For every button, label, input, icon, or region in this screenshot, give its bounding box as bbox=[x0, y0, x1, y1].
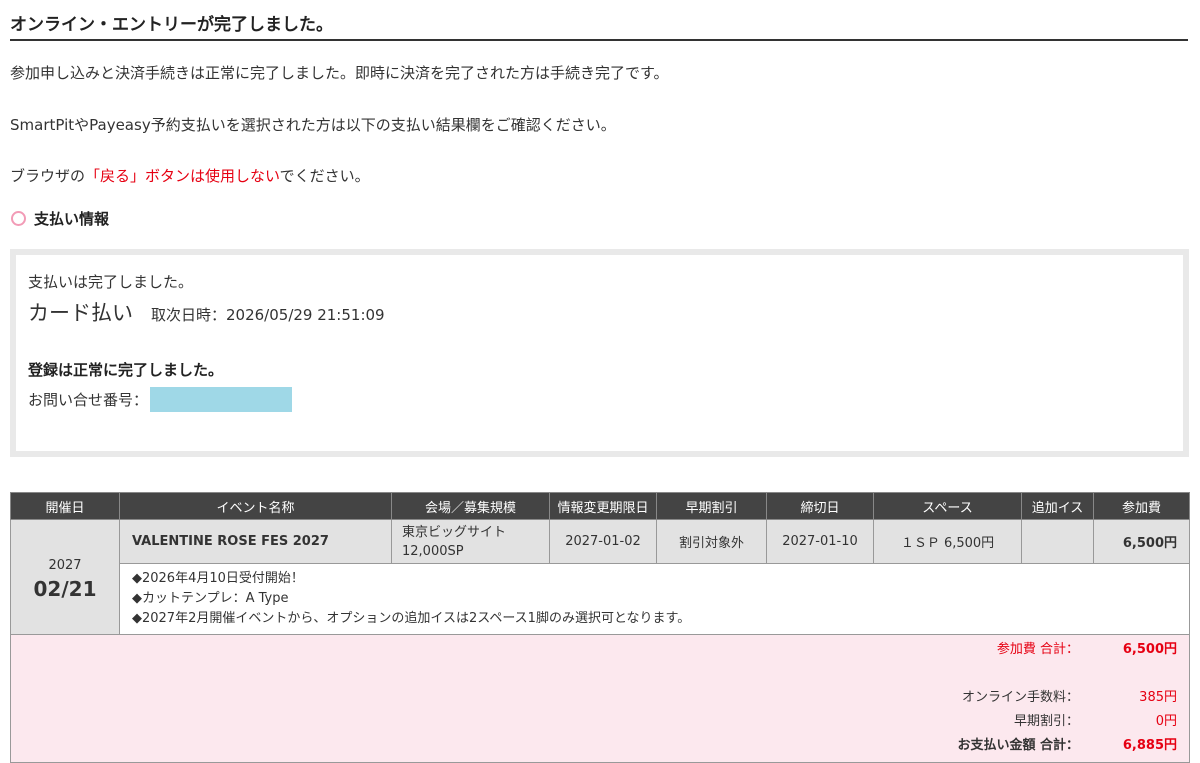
section-payment-info: 支払い情報 bbox=[11, 207, 109, 229]
payment-note-message: SmartPitやPayeasy予約支払いを選択された方は以下の支払い結果欄をご… bbox=[10, 116, 616, 134]
early-discount-label: 早期割引： bbox=[1013, 714, 1079, 729]
venue-name: 東京ビッグサイト bbox=[402, 524, 507, 540]
header-early-discount: 早期割引 bbox=[656, 492, 767, 520]
completion-message: 参加申し込みと決済手続きは正常に完了しました。即時に決済を完了された方は手続き完… bbox=[10, 64, 669, 82]
event-year: 2027 bbox=[48, 557, 82, 573]
notes-row: ◆2026年4月10日受付開始！ ◆カットテンプレ：A Type ◆2027年2… bbox=[11, 563, 1190, 635]
section-title: 支払い情報 bbox=[34, 209, 110, 228]
payment-status: 支払いは完了しました。 bbox=[28, 273, 194, 291]
table-header-row: 開催日 イベント名称 会場／募集規模 情報変更期限日 早期割引 締切日 スペース… bbox=[10, 492, 1190, 520]
payment-method: カード払い bbox=[28, 301, 133, 325]
warning-highlight: 「戻る」ボタンは使用しない bbox=[85, 167, 280, 185]
fee-total-value: 6,500円 bbox=[1122, 642, 1177, 657]
early-discount-value: 0円 bbox=[1155, 714, 1177, 729]
inquiry-number-redacted bbox=[150, 387, 293, 412]
event-notes: ◆2026年4月10日受付開始！ ◆カットテンプレ：A Type ◆2027年2… bbox=[119, 563, 1190, 635]
change-deadline: 2027-01-02 bbox=[549, 519, 657, 564]
inquiry-number-line: お問い合せ番号： bbox=[28, 387, 293, 412]
header-extra-chair: 追加イス bbox=[1021, 492, 1094, 520]
payment-method-line: カード払い 取次日時：2026/05/29 21:51:09 bbox=[28, 297, 385, 327]
payment-datetime: 取次日時：2026/05/29 21:51:09 bbox=[151, 306, 385, 324]
deadline: 2027-01-10 bbox=[766, 519, 874, 564]
early-discount: 割引対象外 bbox=[656, 519, 767, 564]
event-table: 開催日 イベント名称 会場／募集規模 情報変更期限日 早期割引 締切日 スペース… bbox=[10, 492, 1190, 763]
header-deadline: 締切日 bbox=[766, 492, 874, 520]
header-event-name: イベント名称 bbox=[119, 492, 392, 520]
page-title: オンライン・エントリーが完了しました。 bbox=[10, 8, 1188, 41]
summary-row: 参加費 合計： 6,500円 オンライン手数料： 385円 早期割引： 0円 お… bbox=[10, 634, 1190, 763]
extra-chair bbox=[1021, 519, 1094, 564]
fee-total-label: 参加費 合計： bbox=[996, 642, 1079, 657]
note-item: ◆2026年4月10日受付開始！ bbox=[132, 571, 304, 586]
header-date: 開催日 bbox=[10, 492, 120, 520]
payment-info-box: 支払いは完了しました。 カード払い 取次日時：2026/05/29 21:51:… bbox=[10, 249, 1189, 457]
venue-scale: 12,000SP bbox=[402, 543, 464, 559]
event-name: VALENTINE ROSE FES 2027 bbox=[119, 519, 392, 564]
event-venue: 東京ビッグサイト 12,000SP bbox=[391, 519, 550, 564]
registration-status: 登録は正常に完了しました。 bbox=[28, 361, 224, 379]
warning-prefix: ブラウザの bbox=[10, 167, 86, 185]
fee: 6,500円 bbox=[1093, 519, 1190, 564]
grand-total-label: お支払い金額 合計： bbox=[957, 738, 1079, 753]
header-fee: 参加費 bbox=[1093, 492, 1190, 520]
online-fee-value: 385円 bbox=[1139, 690, 1177, 705]
circle-icon bbox=[11, 210, 26, 226]
header-venue: 会場／募集規模 bbox=[391, 492, 550, 520]
table-row: 2027 02/21 VALENTINE ROSE FES 2027 東京ビッグ… bbox=[10, 519, 1190, 635]
warning-suffix: でください。 bbox=[279, 167, 370, 185]
space: １ＳＰ 6,500円 bbox=[873, 519, 1022, 564]
online-fee-label: オンライン手数料： bbox=[961, 690, 1079, 705]
inquiry-label: お問い合せ番号： bbox=[28, 391, 149, 409]
back-button-warning: ブラウザの「戻る」ボタンは使用しないでください。 bbox=[10, 165, 370, 186]
event-date-cell: 2027 02/21 bbox=[10, 519, 120, 635]
header-change-deadline: 情報変更期限日 bbox=[549, 492, 657, 520]
note-item: ◆2027年2月開催イベントから、オプションの追加イスは2スペース1脚のみ選択可… bbox=[132, 611, 691, 626]
header-space: スペース bbox=[873, 492, 1022, 520]
note-item: ◆カットテンプレ：A Type bbox=[132, 591, 289, 606]
grand-total-value: 6,885円 bbox=[1122, 738, 1177, 753]
event-month-day: 02/21 bbox=[33, 576, 97, 601]
summary-cell: 参加費 合計： 6,500円 オンライン手数料： 385円 早期割引： 0円 お… bbox=[10, 634, 1190, 763]
